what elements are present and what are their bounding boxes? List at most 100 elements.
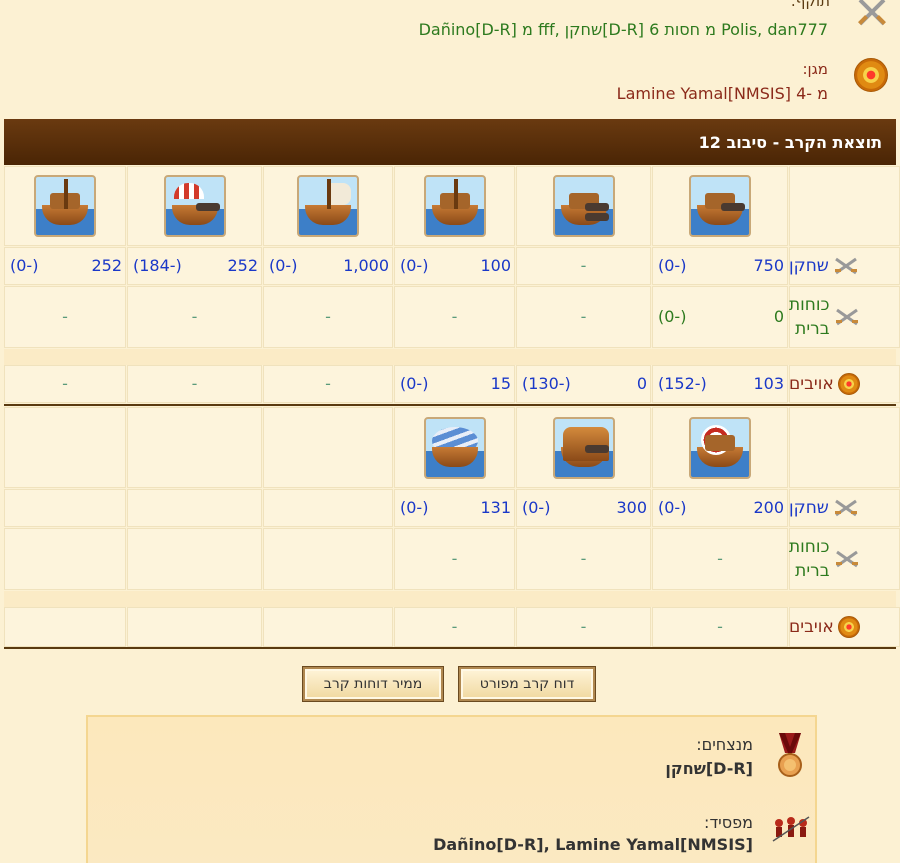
shield-icon — [837, 616, 860, 638]
player-cell — [263, 489, 393, 527]
shield-icon — [854, 58, 888, 92]
allied-cell — [127, 528, 262, 590]
section-divider — [4, 404, 896, 406]
target-ship-unit-icon[interactable] — [689, 417, 751, 479]
shield-icon — [837, 373, 860, 395]
empty-value: - — [191, 374, 198, 393]
enemies-cell — [127, 607, 262, 647]
mortar-ship-stripes — [174, 183, 204, 199]
img-cell — [263, 407, 393, 488]
balloon-ship-hull — [432, 447, 478, 467]
row-label-text: אויבים — [789, 374, 834, 394]
empty-value: - — [62, 307, 68, 326]
empty-value: - — [325, 307, 331, 326]
row-label-allied: כוחות ברית — [789, 286, 900, 348]
defender-label: מגן: — [802, 60, 828, 78]
winners-label: מנצחים: — [696, 735, 753, 754]
mortar-ship-unit-icon[interactable] — [164, 175, 226, 237]
gyro-ship-unit-icon[interactable] — [553, 417, 615, 479]
unit-count: 750 — [753, 256, 784, 275]
medal-icon — [778, 733, 802, 777]
unit-loss: (0-) — [400, 498, 429, 517]
empty-value: - — [580, 307, 587, 326]
row-label-player: שחקן — [789, 247, 900, 285]
sail-ship-unit-icon[interactable] — [297, 175, 359, 237]
unit-loss: (0-) — [658, 498, 687, 517]
empty-value: - — [580, 617, 587, 636]
gyro-ship-cannon — [585, 445, 609, 453]
row-label-enemies: אויבים — [789, 365, 900, 403]
attacker-label: תוקף: — [790, 0, 830, 10]
unit-count: 0 — [773, 307, 784, 326]
defender-section: מגן: Lamine Yamal[NMSIS] מ -4 — [10, 54, 890, 104]
row-label-text: כוחות ברית — [789, 293, 830, 341]
crane-ship-unit-icon[interactable] — [424, 175, 486, 237]
row-label-player: שחקן — [789, 489, 900, 527]
unit-count: 252 — [91, 256, 122, 275]
sail-ship-sail — [331, 183, 351, 205]
empty-value: - — [191, 307, 198, 326]
losers-value: Dañino[D-R], Lamine Yamal[NMSIS] — [433, 835, 753, 854]
allied-cell — [263, 528, 393, 590]
paddle-ship-unit-icon[interactable] — [34, 175, 96, 237]
empty-value: - — [717, 549, 723, 568]
row-label-text: כוחות ברית — [789, 535, 830, 583]
empty-value: - — [580, 256, 587, 275]
row-label-text: אויבים — [789, 617, 834, 637]
section-divider — [4, 647, 896, 649]
cannon-ship-cannon — [585, 203, 609, 211]
empty-value: - — [62, 374, 68, 393]
allied-line-2: ברית — [795, 561, 830, 581]
unit-loss: (0-) — [269, 256, 298, 275]
unit-count: 0 — [636, 374, 647, 393]
attacker-section: תוקף: Dañino[D-R] מ fff, שחקן[D-R] מ חסו… — [10, 0, 890, 42]
unit-loss: (0-) — [522, 498, 551, 517]
empty-value: - — [451, 307, 458, 326]
row-label-allied: כוחות ברית — [789, 528, 900, 590]
result-panel: מנצחים: שחקן[D-R] מפסיד: Dañino[D-R], La… — [86, 715, 817, 863]
target-ship-deck — [705, 435, 735, 451]
paddle-ship-mast — [64, 179, 68, 209]
round-header: תוצאת הקרב - סיבוב 12 — [4, 119, 896, 165]
report-sorter-button[interactable]: ממיר דוחות קרב — [303, 667, 443, 701]
crossed-swords-icon — [834, 257, 857, 275]
unit-loss: (0-) — [658, 307, 687, 326]
row-spacer — [4, 591, 896, 607]
mortar-ship-cannon — [196, 203, 220, 211]
unit-count: 1,000 — [343, 256, 389, 275]
unit-loss: (0-) — [10, 256, 39, 275]
allied-line-2: ברית — [795, 319, 830, 339]
crossed-swords-icon — [858, 0, 886, 26]
empty-value: - — [451, 549, 458, 568]
unit-loss: (0-) — [400, 256, 429, 275]
crane-ship-mast — [454, 179, 458, 209]
empty-value: - — [580, 549, 587, 568]
unit-count: 300 — [616, 498, 647, 517]
player-cell — [127, 489, 262, 527]
losers-label: מפסיד: — [704, 813, 753, 832]
player-cell — [4, 489, 126, 527]
gyro-ship-dome — [563, 427, 609, 461]
crossed-swords-icon — [834, 499, 857, 517]
empty-value: - — [717, 617, 723, 636]
balloon-ship-unit-icon[interactable] — [424, 417, 486, 479]
unit-loss: (152-) — [658, 374, 707, 393]
crossed-swords-icon — [835, 308, 858, 326]
unit-loss: (0-) — [400, 374, 429, 393]
detailed-report-button[interactable]: דוח קרב מפורט — [459, 667, 595, 701]
unit-loss: (0-) — [658, 256, 687, 275]
row-spacer — [4, 349, 896, 365]
attacker-value: Dañino[D-R] מ fff, שחקן[D-R] מ חסות 6 Po… — [418, 20, 828, 39]
unit-count: 200 — [753, 498, 784, 517]
cannon-ship-cannon — [585, 213, 609, 221]
winners-value: שחקן[D-R] — [665, 759, 753, 778]
unit-count: 15 — [490, 374, 511, 393]
unit-count: 100 — [480, 256, 511, 275]
enemies-cell — [4, 607, 126, 647]
row-label-cell — [789, 166, 900, 246]
cannon-ship-unit-icon[interactable] — [553, 175, 615, 237]
round-title: תוצאת הקרב - סיבוב 12 — [698, 132, 882, 152]
row-label-cell — [789, 407, 900, 488]
catapult-ship-unit-icon[interactable] — [689, 175, 751, 237]
img-cell — [127, 407, 262, 488]
